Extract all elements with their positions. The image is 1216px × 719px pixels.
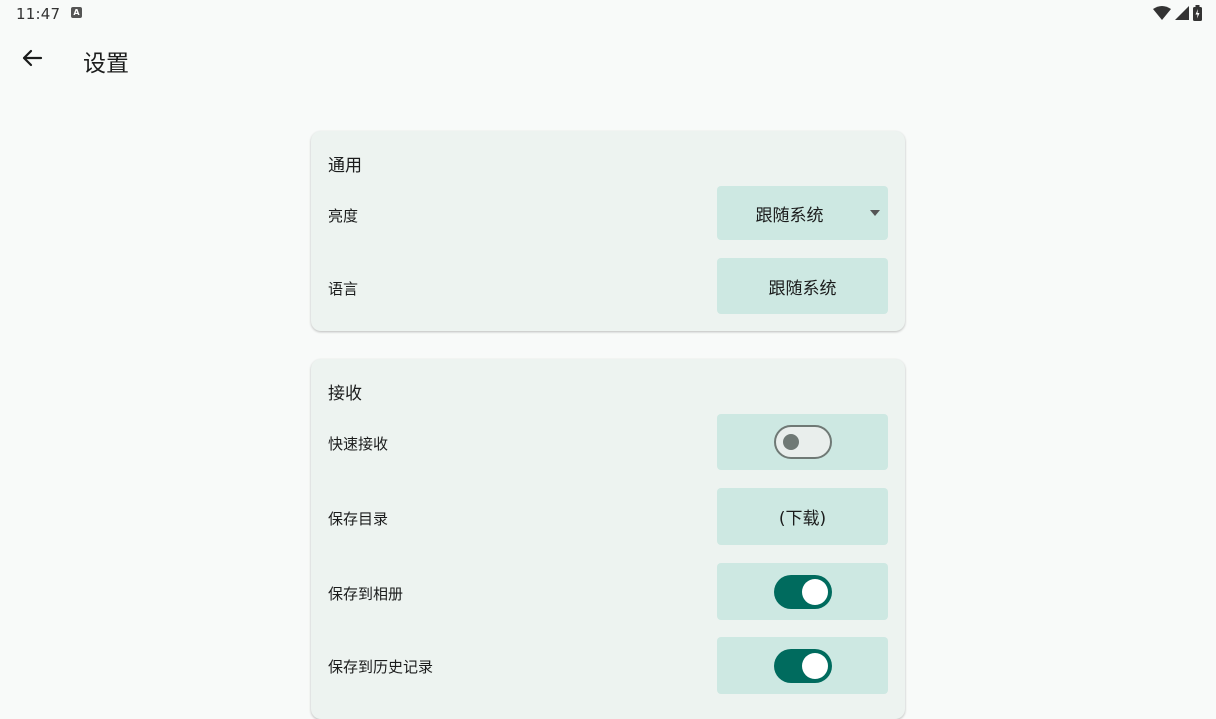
section-title-general: 通用 <box>328 156 362 176</box>
status-time: 11:47 <box>16 5 61 23</box>
save-to-album-switch[interactable] <box>773 574 832 609</box>
brightness-label: 亮度 <box>328 207 359 225</box>
notification-icon: A <box>71 7 82 18</box>
save-dir-value: (下载) <box>778 509 827 529</box>
save-dir-label: 保存目录 <box>328 510 389 528</box>
section-title-receive: 接收 <box>328 384 362 404</box>
brightness-value: 跟随系统 <box>755 205 824 226</box>
brightness-dropdown[interactable]: 跟随系统 <box>717 186 888 240</box>
wifi-icon <box>1153 6 1171 20</box>
status-icons <box>1153 5 1202 21</box>
back-button[interactable] <box>10 38 54 82</box>
save-to-album-label: 保存到相册 <box>328 585 404 603</box>
page-title: 设置 <box>83 51 129 77</box>
language-button[interactable]: 跟随系统 <box>717 258 888 314</box>
language-value: 跟随系统 <box>768 278 837 299</box>
switch-knob <box>782 434 799 450</box>
receive-section: 接收 快速接收 保存目录 (下载) 保存到相册 保存到历史记录 <box>311 359 905 719</box>
save-to-history-toggle-container <box>717 637 888 694</box>
dropdown-arrow-icon <box>870 210 880 216</box>
quick-receive-toggle-container <box>717 414 888 470</box>
switch-knob <box>801 652 828 679</box>
general-section: 通用 亮度 跟随系统 语言 跟随系统 <box>311 131 905 331</box>
battery-icon <box>1193 5 1202 21</box>
save-to-history-label: 保存到历史记录 <box>328 658 434 676</box>
signal-icon <box>1175 6 1189 20</box>
app-bar: 设置 <box>0 28 1216 92</box>
status-bar: 11:47 A <box>0 0 1216 28</box>
quick-receive-label: 快速接收 <box>328 435 389 453</box>
language-label: 语言 <box>328 280 359 298</box>
switch-knob <box>801 578 828 605</box>
save-to-history-switch[interactable] <box>773 648 832 683</box>
save-dir-button[interactable]: (下载) <box>717 488 888 545</box>
save-to-album-toggle-container <box>717 563 888 620</box>
quick-receive-switch[interactable] <box>773 425 832 459</box>
arrow-back-icon <box>21 47 43 73</box>
